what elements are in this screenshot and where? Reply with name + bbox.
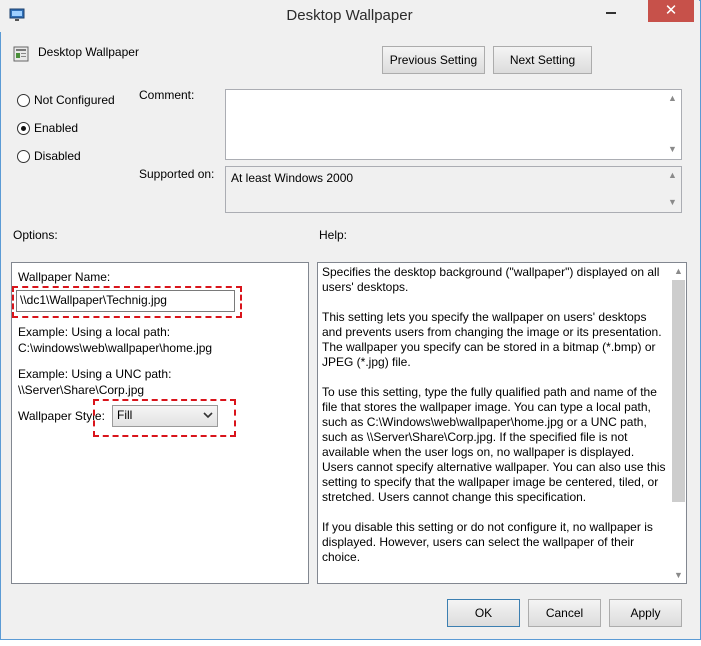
wallpaper-style-label: Wallpaper Style: [18,409,105,423]
example-unc-path: \\Server\Share\Corp.jpg [18,383,145,397]
minimize-icon[interactable] [600,0,624,22]
enabled-label: Enabled [34,121,79,135]
help-paragraph: To use this setting, type the fully qual… [322,385,666,504]
wallpaper-name-label: Wallpaper Name: [18,270,111,284]
enabled-radio[interactable] [17,122,30,135]
scroll-up-arrow-icon[interactable]: ▲ [670,266,687,276]
wallpaper-name-input[interactable]: \\dc1\Wallpaper\Technig.jpg [16,290,235,312]
cancel-button[interactable]: Cancel [528,599,601,627]
options-label: Options: [13,228,58,242]
policy-name: Desktop Wallpaper [38,45,139,59]
example-local-path: C:\windows\web\wallpaper\home.jpg [18,341,213,355]
help-paragraph: Specifies the desktop background ("wallp… [322,265,660,294]
scroll-down-arrow-icon[interactable]: ▼ [670,570,687,580]
supported-on-value: At least Windows 2000 [231,171,354,185]
policy-setting-icon [13,46,29,62]
wallpaper-style-value: Fill [117,408,133,422]
help-scroll-thumb[interactable] [672,280,685,502]
comment-textarea[interactable] [225,89,682,160]
scroll-up-arrow-icon[interactable]: ▲ [664,170,681,180]
next-setting-button[interactable]: Next Setting [493,46,592,74]
supported-on-field: At least Windows 2000 [225,166,682,213]
help-paragraph: This setting lets you specify the wallpa… [322,310,662,369]
scroll-down-arrow-icon[interactable]: ▼ [664,144,681,154]
example-unc-label: Example: Using a UNC path: [18,367,172,381]
not-configured-label: Not Configured [34,93,115,107]
scroll-down-arrow-icon[interactable]: ▼ [664,197,681,207]
apply-button[interactable]: Apply [609,599,682,627]
help-paragraph: If you disable this setting or do not co… [322,520,653,564]
ok-button[interactable]: OK [447,599,520,627]
close-icon: ✕ [664,2,678,19]
not-configured-radio[interactable] [17,94,30,107]
example-local-label: Example: Using a local path: [18,325,171,339]
disabled-label: Disabled [34,149,81,163]
chevron-down-icon [203,412,213,419]
help-text: Specifies the desktop background ("wallp… [322,265,667,580]
supported-on-label: Supported on: [139,167,215,181]
disabled-radio[interactable] [17,150,30,163]
scroll-up-arrow-icon[interactable]: ▲ [664,93,681,103]
help-label: Help: [319,228,348,242]
previous-setting-button[interactable]: Previous Setting [382,46,485,74]
window-title: Desktop Wallpaper [286,7,413,24]
comment-label: Comment: [139,88,195,102]
close-button[interactable]: ✕ [648,0,694,22]
